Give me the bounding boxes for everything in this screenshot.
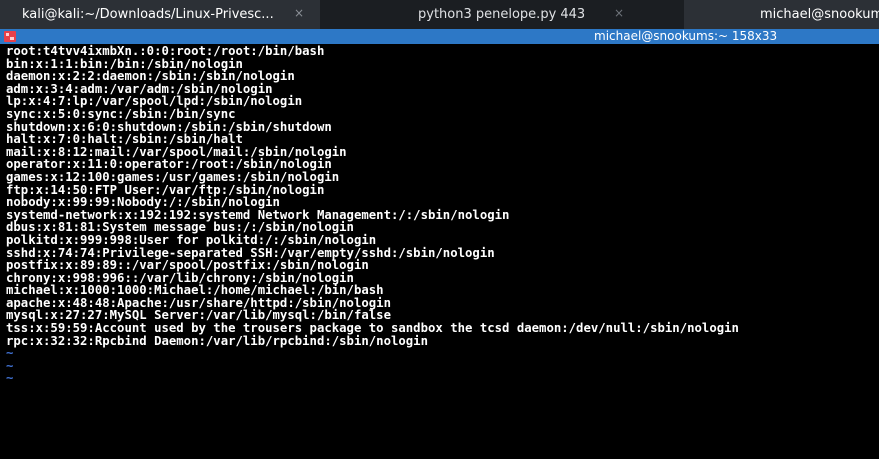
close-icon[interactable]: × (294, 6, 304, 20)
tab-bar: kali@kali:~/Downloads/Linux-Privesc... ×… (0, 0, 879, 29)
terminal-line: root:t4tvv4ixmbXn.:0:0:root:/root:/bin/b… (6, 44, 325, 58)
terminal-line: tss:x:59:59:Account used by the trousers… (6, 321, 739, 336)
terminal-output[interactable]: root:t4tvv4ixmbXn.:0:0:root:/root:/bin/b… (0, 44, 879, 459)
terminal-lines: root:t4tvv4ixmbXn.:0:0:root:/root:/bin/b… (6, 45, 879, 385)
tab-penelope[interactable]: python3 penelope.py 443 × (320, 0, 684, 29)
window-title-bar: michael@snookums:~ 158x33 (0, 29, 879, 44)
terminal-line: rpc:x:32:32:Rpcbind Daemon:/var/lib/rpcb… (6, 333, 428, 348)
terminal-line: nobody:x:99:99:Nobody:/:/sbin/nologin (6, 195, 280, 210)
terminal-line: games:x:12:100:games:/usr/games:/sbin/no… (6, 169, 340, 184)
window-title: michael@snookums:~ 158x33 (594, 29, 778, 43)
empty-line-marker: ~ (6, 358, 14, 373)
tab-label: python3 penelope.py 443 (418, 7, 586, 22)
terminal-line: polkitd:x:999:998:User for polkitd:/:/sb… (6, 232, 377, 247)
close-icon[interactable]: × (614, 6, 624, 20)
tab-kali-downloads[interactable]: kali@kali:~/Downloads/Linux-Privesc... × (0, 0, 320, 29)
terminal-line: sync:x:5:0:sync:/sbin:/bin/sync (6, 106, 236, 121)
terminal-line: daemon:x:2:2:daemon:/sbin:/sbin/nologin (6, 69, 295, 84)
tab-label: kali@kali:~/Downloads/Linux-Privesc... (22, 7, 274, 22)
terminal-line: michael:x:1000:1000:Michael:/home/michae… (6, 283, 384, 298)
empty-line-marker: ~ (6, 371, 14, 386)
empty-line-marker: ~ (6, 346, 14, 361)
terminal-line: halt:x:7:0:halt:/sbin:/sbin/halt (6, 132, 243, 147)
terminal-app-icon[interactable] (4, 31, 16, 42)
tab-label: michael@snookums:~ (760, 7, 879, 22)
tab-michael-snookums[interactable]: michael@snookums:~ (684, 0, 879, 29)
terminal-line: postfix:x:89:89::/var/spool/postfix:/sbi… (6, 258, 369, 273)
